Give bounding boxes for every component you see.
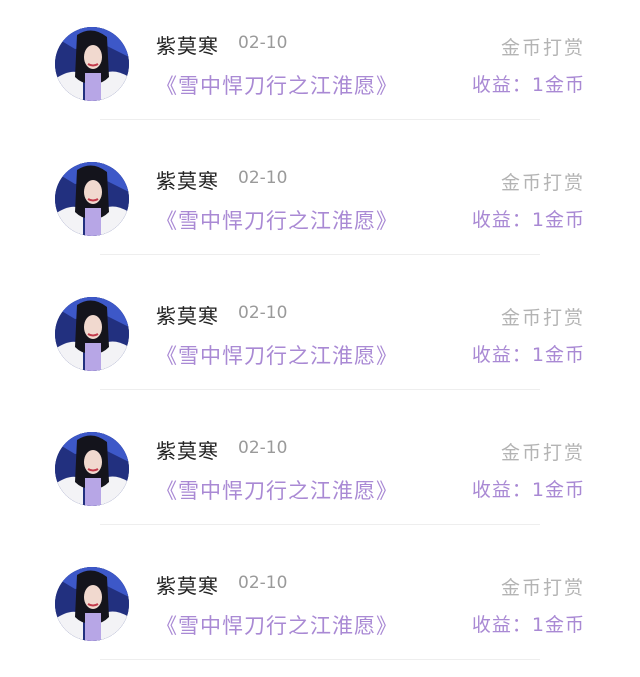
divider: [100, 389, 540, 390]
book-title-link[interactable]: 《雪中悍刀行之江淮愿》: [156, 340, 398, 370]
record-date: 02-10: [238, 573, 288, 593]
user-name: 紫莫寒: [156, 574, 219, 598]
list-item[interactable]: 紫莫寒 02-10 《雪中悍刀行之江淮愿》 金币打赏 收益：1金币: [0, 405, 640, 540]
divider: [100, 659, 540, 660]
divider: [100, 524, 540, 525]
earnings-label: 收益：1金币: [471, 74, 585, 96]
list-item[interactable]: 紫莫寒 02-10 《雪中悍刀行之江淮愿》 金币打赏 收益：1金币: [0, 0, 640, 135]
user-name: 紫莫寒: [156, 34, 219, 58]
user-name: 紫莫寒: [156, 169, 219, 193]
earnings-label: 收益：1金币: [471, 344, 585, 366]
avatar[interactable]: [55, 567, 129, 641]
record-date: 02-10: [238, 168, 288, 188]
book-title-link[interactable]: 《雪中悍刀行之江淮愿》: [156, 70, 398, 100]
earnings-label: 收益：1金币: [471, 209, 585, 231]
avatar[interactable]: [55, 432, 129, 506]
user-name: 紫莫寒: [156, 439, 219, 463]
reward-record-list: 紫莫寒 02-10 《雪中悍刀行之江淮愿》 金币打赏 收益：1金币 紫莫寒 02…: [0, 0, 640, 677]
divider: [100, 254, 540, 255]
reward-type-label: 金币打赏: [500, 307, 585, 329]
reward-type-label: 金币打赏: [500, 37, 585, 59]
reward-type-label: 金币打赏: [500, 577, 585, 599]
list-item[interactable]: 紫莫寒 02-10 《雪中悍刀行之江淮愿》 金币打赏 收益：1金币: [0, 270, 640, 405]
divider: [100, 119, 540, 120]
book-title-link[interactable]: 《雪中悍刀行之江淮愿》: [156, 475, 398, 505]
record-date: 02-10: [238, 303, 288, 323]
reward-type-label: 金币打赏: [500, 442, 585, 464]
avatar[interactable]: [55, 27, 129, 101]
user-name: 紫莫寒: [156, 304, 219, 328]
book-title-link[interactable]: 《雪中悍刀行之江淮愿》: [156, 610, 398, 640]
list-item[interactable]: 紫莫寒 02-10 《雪中悍刀行之江淮愿》 金币打赏 收益：1金币: [0, 135, 640, 270]
avatar[interactable]: [55, 162, 129, 236]
record-date: 02-10: [238, 33, 288, 53]
earnings-label: 收益：1金币: [471, 614, 585, 636]
book-title-link[interactable]: 《雪中悍刀行之江淮愿》: [156, 205, 398, 235]
avatar[interactable]: [55, 297, 129, 371]
record-date: 02-10: [238, 438, 288, 458]
list-item[interactable]: 紫莫寒 02-10 《雪中悍刀行之江淮愿》 金币打赏 收益：1金币: [0, 540, 640, 675]
earnings-label: 收益：1金币: [471, 479, 585, 501]
reward-type-label: 金币打赏: [500, 172, 585, 194]
